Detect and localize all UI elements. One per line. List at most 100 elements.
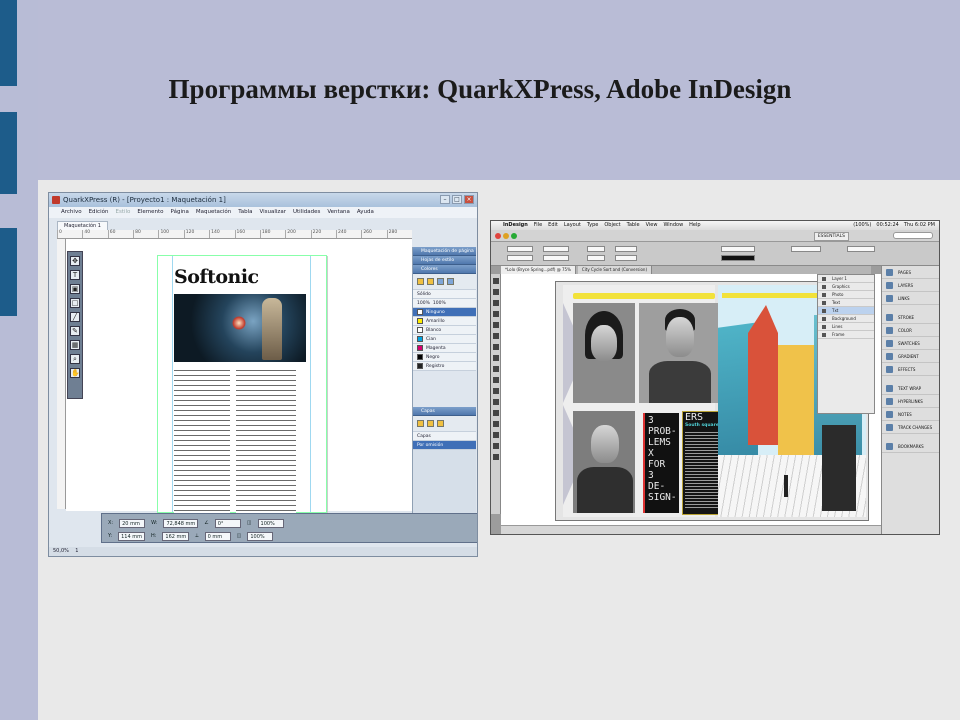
selection-tool-icon[interactable] — [492, 278, 499, 284]
minimize-icon[interactable]: – — [440, 195, 450, 204]
colors-panel-header[interactable]: Colores — [413, 265, 476, 274]
delete-layer-icon[interactable] — [437, 420, 444, 427]
zoom-tool-icon[interactable] — [492, 454, 499, 460]
menu-visualizar[interactable]: Visualizar — [259, 207, 285, 218]
layer-row[interactable]: Lines — [818, 323, 874, 331]
color-item-magenta[interactable]: Magenta — [413, 344, 476, 353]
panel-bookmarks[interactable]: BOOKMARKS — [882, 440, 939, 453]
left-page[interactable]: 3 PROB- LEMS X FOR 3 DE- SIGN- ERS South… — [563, 285, 722, 517]
menu-indesign[interactable]: InDesign — [503, 221, 528, 230]
menu-type[interactable]: Type — [587, 221, 598, 230]
type-tool-icon[interactable] — [492, 322, 499, 328]
opacity-field-b[interactable]: 100% — [247, 531, 274, 541]
panel-swatches[interactable]: SWATCHES — [882, 337, 939, 350]
box-tool-icon[interactable]: □ — [70, 298, 80, 308]
panel-notes[interactable]: NOTES — [882, 408, 939, 421]
layer-row[interactable]: Layer 1 — [818, 275, 874, 283]
panel-effects[interactable]: EFFECTS — [882, 363, 939, 376]
x-field[interactable] — [507, 246, 533, 252]
y-field[interactable] — [507, 255, 533, 261]
menu-table[interactable]: Table — [627, 221, 640, 230]
color-item-registro[interactable]: Registro — [413, 362, 476, 371]
panel-pages[interactable]: PAGES — [882, 266, 939, 279]
menu-view[interactable]: View — [646, 221, 658, 230]
workspace-switcher[interactable]: ESSENTIALS — [813, 232, 849, 241]
merge-layer-icon[interactable] — [427, 420, 434, 427]
document-tab-1[interactable]: *Lolo (Bryce Spring...pdf) @ 75% — [501, 266, 576, 274]
page-field[interactable]: 1 — [75, 548, 78, 554]
menu-utilidades[interactable]: Utilidades — [293, 207, 320, 218]
minimize-icon[interactable] — [503, 233, 509, 239]
note-tool-icon[interactable] — [492, 421, 499, 427]
menu-help[interactable]: Help — [689, 221, 700, 230]
add-color-icon[interactable] — [417, 278, 424, 285]
zoom-tool-icon[interactable]: ⌕ — [70, 354, 80, 364]
layer-item-default[interactable]: Por omisión — [413, 441, 476, 450]
free-transform-tool-icon[interactable] — [492, 399, 499, 405]
scale-x-field[interactable] — [587, 246, 605, 252]
gradient-tool-icon[interactable] — [492, 410, 499, 416]
menu-pagina[interactable]: Página — [171, 207, 189, 218]
close-icon[interactable]: × — [464, 195, 474, 204]
eyedropper-tool-icon[interactable] — [492, 432, 499, 438]
rectangle-tool-icon[interactable] — [492, 377, 499, 383]
hand-tool-icon[interactable] — [492, 443, 499, 449]
menu-file[interactable]: File — [534, 221, 542, 230]
menu-maquetacion[interactable]: Maquetación — [196, 207, 231, 218]
quark-layout-tab[interactable]: Maquetación 1 — [57, 221, 108, 230]
style-sheets-panel-header[interactable]: Hojas de estilo — [413, 256, 476, 265]
menu-edit[interactable]: Edit — [548, 221, 558, 230]
rectangle-frame-tool-icon[interactable] — [492, 366, 499, 372]
menu-estilo[interactable]: Estilo — [115, 207, 130, 218]
layer-row[interactable]: Graphics — [818, 283, 874, 291]
w-field[interactable]: 72,848 mm — [163, 518, 199, 528]
rotate-field[interactable] — [615, 246, 637, 252]
color-item-negro[interactable]: Negro — [413, 353, 476, 362]
quark-horizontal-ruler[interactable]: 0 40 60 80 100 120 140 160 180 200 220 2… — [57, 230, 412, 239]
panel-gradient[interactable]: GRADIENT — [882, 350, 939, 363]
quark-vertical-ruler[interactable] — [57, 239, 66, 509]
panel-track-changes[interactable]: TRACK CHANGES — [882, 421, 939, 434]
maximize-icon[interactable]: □ — [452, 195, 462, 204]
direct-selection-tool-icon[interactable] — [492, 289, 499, 295]
frame-fit-field[interactable] — [847, 246, 875, 252]
gap-tool-icon[interactable] — [492, 311, 499, 317]
zoom-icon[interactable] — [511, 233, 517, 239]
text-tool-icon[interactable]: T — [70, 270, 80, 280]
menu-ayuda[interactable]: Ayuda — [357, 207, 374, 218]
layer-row[interactable]: Text — [818, 299, 874, 307]
h-field[interactable]: 162 mm — [162, 531, 190, 541]
edit-color-icon[interactable] — [427, 278, 434, 285]
x-field[interactable]: 20 mm — [119, 518, 146, 528]
menu-edicion[interactable]: Edición — [89, 207, 109, 218]
document-tab-2[interactable]: City Cycle Sort and (Conversion) — [577, 266, 653, 274]
color-item-blanco[interactable]: Blanco — [413, 326, 476, 335]
layer-row[interactable]: Frame — [818, 331, 874, 339]
scissors-tool-icon[interactable] — [492, 388, 499, 394]
zoom-field[interactable]: 50,0% — [53, 548, 69, 554]
layer-row[interactable]: Txt — [818, 307, 874, 315]
h-field[interactable] — [543, 255, 569, 261]
pencil-tool-icon[interactable] — [492, 355, 499, 361]
close-icon[interactable] — [495, 233, 501, 239]
quark-page[interactable]: Softonic — [157, 255, 327, 516]
move-tool-icon[interactable]: ✥ — [70, 256, 80, 266]
menu-window[interactable]: Window — [663, 221, 683, 230]
new-layer-icon[interactable] — [417, 420, 424, 427]
opacity-field[interactable] — [791, 246, 821, 252]
stroke-style-field[interactable] — [721, 255, 755, 261]
panel-layers[interactable]: LAYERS — [882, 279, 939, 292]
layers-panel-header[interactable]: Capas — [413, 407, 476, 416]
angle-field[interactable]: 0° — [214, 518, 241, 528]
menu-layout[interactable]: Layout — [564, 221, 581, 230]
line-tool-icon[interactable] — [492, 333, 499, 339]
hand-tool-icon[interactable]: ✋ — [70, 368, 80, 378]
menu-archivo[interactable]: Archivo — [61, 207, 82, 218]
picture-tool-icon[interactable]: ▣ — [70, 284, 80, 294]
layout-panel-header[interactable]: Maquetación de página — [413, 247, 476, 256]
text-color-icon[interactable] — [447, 278, 454, 285]
panel-links[interactable]: LINKS — [882, 292, 939, 305]
menu-elemento[interactable]: Elemento — [137, 207, 163, 218]
panel-stroke[interactable]: STROKE — [882, 311, 939, 324]
pen-tool-icon[interactable] — [492, 344, 499, 350]
